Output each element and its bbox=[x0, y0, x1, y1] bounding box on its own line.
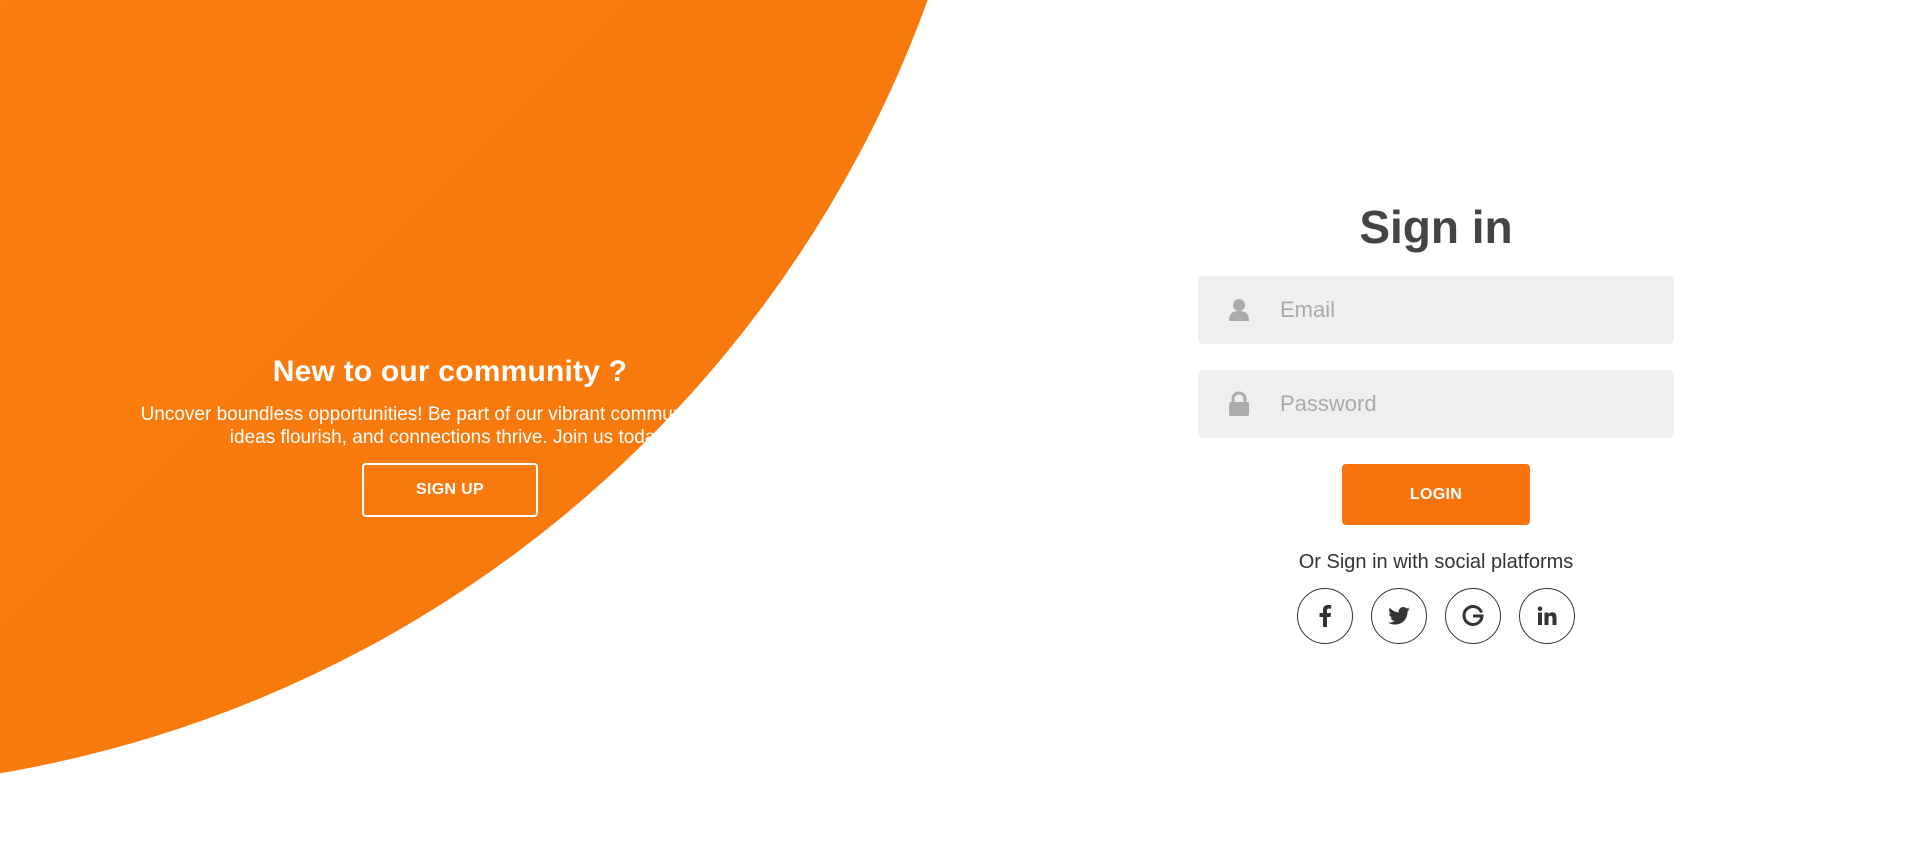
linkedin-button[interactable] bbox=[1519, 588, 1575, 644]
facebook-icon bbox=[1319, 605, 1332, 627]
sign-in-title: Sign in bbox=[1359, 201, 1513, 253]
lock-icon bbox=[1198, 391, 1280, 417]
twitter-button[interactable] bbox=[1371, 588, 1427, 644]
twitter-icon bbox=[1388, 607, 1410, 625]
sign-up-button[interactable]: SIGN UP bbox=[362, 463, 538, 517]
google-button[interactable] bbox=[1445, 588, 1501, 644]
google-icon bbox=[1462, 605, 1484, 626]
linkedin-icon bbox=[1537, 606, 1557, 625]
social-buttons bbox=[1198, 588, 1674, 644]
login-page: New to our community ? Uncover boundless… bbox=[0, 0, 1914, 863]
facebook-button[interactable] bbox=[1297, 588, 1353, 644]
sign-in-form: Sign in LOGIN Or Sign in with social pla… bbox=[1198, 200, 1674, 644]
promo-description: Uncover boundless opportunities! Be part… bbox=[140, 404, 760, 448]
email-input[interactable] bbox=[1280, 276, 1674, 344]
social-sign-in-text: Or Sign in with social platforms bbox=[1298, 551, 1574, 573]
signup-promo-panel: New to our community ? Uncover boundless… bbox=[100, 355, 800, 517]
login-button[interactable]: LOGIN bbox=[1342, 464, 1530, 525]
email-field[interactable] bbox=[1198, 276, 1674, 344]
promo-title: New to our community ? bbox=[272, 355, 628, 388]
user-icon bbox=[1198, 298, 1280, 322]
password-field[interactable] bbox=[1198, 370, 1674, 438]
password-input[interactable] bbox=[1280, 370, 1674, 438]
